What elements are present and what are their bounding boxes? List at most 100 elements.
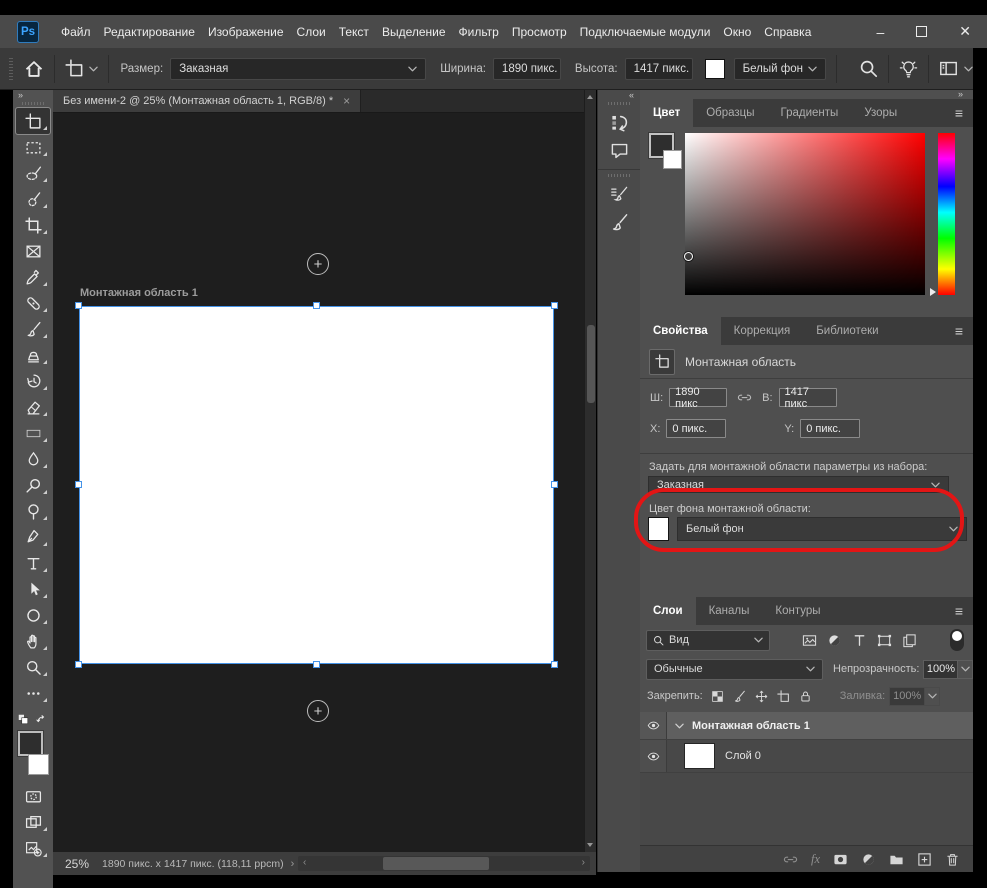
options-bar-grip[interactable] (9, 57, 13, 80)
tab-paths[interactable]: Контуры (762, 597, 833, 625)
vertical-scrollbar-thumb[interactable] (587, 325, 595, 403)
layer-filtering-toggle[interactable] (950, 629, 964, 651)
vertical-scrollbar[interactable] (584, 90, 596, 852)
blend-mode-select[interactable]: Обычные (646, 658, 824, 680)
screen-mode-button[interactable] (16, 809, 50, 835)
lock-artboard-nesting-icon[interactable] (777, 690, 790, 703)
menu-layers[interactable]: Слои (297, 25, 326, 39)
layer-filter-select[interactable]: Вид (646, 629, 770, 651)
tab-swatches[interactable]: Образцы (693, 99, 767, 127)
menu-plugins[interactable]: Подключаемые модули (580, 25, 711, 39)
fill-input[interactable]: 100% (889, 686, 926, 706)
height-input[interactable]: 1417 пикс. (624, 57, 693, 80)
frame-tool[interactable] (16, 238, 50, 264)
menu-help[interactable]: Справка (764, 25, 811, 39)
healing-brush-tool[interactable] (16, 290, 50, 316)
hand-tool[interactable] (16, 628, 50, 654)
menu-window[interactable]: Окно (723, 25, 751, 39)
lock-all-icon[interactable] (799, 690, 812, 703)
artboard-background-select[interactable]: Белый фон (733, 57, 827, 80)
filter-smart-objects-icon[interactable] (902, 633, 917, 648)
document-tab[interactable]: Без имени-2 @ 25% (Монтажная область 1, … (53, 90, 362, 112)
horizontal-scrollbar[interactable]: ‹ › (298, 856, 590, 871)
collapse-panels-icon[interactable]: » (958, 90, 963, 99)
search-icon[interactable] (859, 59, 878, 78)
artboard-handle[interactable] (75, 302, 82, 309)
panel-menu-icon[interactable]: ≡ (955, 324, 963, 338)
artboard-tool[interactable] (15, 107, 51, 135)
artboard-handle[interactable] (75, 661, 82, 668)
rectangular-marquee-tool[interactable] (16, 134, 50, 160)
gradient-tool[interactable] (16, 420, 50, 446)
status-chevron-icon[interactable]: › (291, 858, 295, 870)
visibility-toggle[interactable] (640, 712, 667, 739)
edit-toolbar-button[interactable] (16, 680, 50, 706)
crop-tool[interactable] (16, 212, 50, 238)
layer-row-artboard[interactable]: Монтажная область 1 (640, 712, 973, 740)
tab-adjustments[interactable]: Коррекция (721, 317, 804, 345)
menu-type[interactable]: Текст (339, 25, 369, 39)
blur-tool[interactable] (16, 446, 50, 472)
swap-colors-icon[interactable] (36, 714, 48, 726)
link-layers-icon[interactable] (783, 852, 798, 867)
add-artboard-below-button[interactable]: + (307, 700, 329, 722)
menu-filter[interactable]: Фильтр (459, 25, 499, 39)
discover-lightbulb-icon[interactable] (899, 59, 918, 78)
color-panel-background-swatch[interactable] (663, 150, 682, 169)
type-tool[interactable] (16, 550, 50, 576)
brushes-panel-button[interactable] (602, 208, 636, 236)
hue-slider-arrow[interactable] (930, 288, 936, 296)
layer-row-layer0[interactable]: Слой 0 (640, 740, 973, 773)
visibility-toggle[interactable] (640, 740, 667, 772)
tab-libraries[interactable]: Библиотеки (803, 317, 891, 345)
menu-file[interactable]: Файл (61, 25, 91, 39)
default-colors-icon[interactable] (18, 714, 30, 726)
color-picker-cursor[interactable] (684, 252, 693, 261)
layer-name[interactable]: Монтажная область 1 (692, 720, 810, 732)
collapse-artboard-icon[interactable] (675, 723, 684, 729)
fill-dropdown[interactable] (925, 686, 941, 706)
history-panel-button[interactable] (602, 108, 636, 136)
home-button[interactable] (24, 59, 44, 79)
close-button[interactable]: ✕ (959, 23, 971, 40)
artboard-handle[interactable] (312, 661, 320, 668)
sponge-tool[interactable] (16, 498, 50, 524)
dodge-tool[interactable] (16, 472, 50, 498)
share-image-button[interactable] (16, 835, 50, 861)
artboard-handle[interactable] (551, 661, 558, 668)
eyedropper-tool[interactable] (16, 264, 50, 290)
object-selection-tool[interactable] (16, 186, 50, 212)
new-group-icon[interactable] (889, 852, 904, 867)
zoom-level[interactable]: 25% (65, 857, 89, 871)
lock-transparent-pixels-icon[interactable] (711, 690, 724, 703)
color-picker-field[interactable] (685, 133, 925, 295)
tab-patterns[interactable]: Узоры (851, 99, 910, 127)
chevron-down-icon[interactable] (964, 66, 973, 72)
brush-settings-panel-button[interactable] (602, 180, 636, 208)
current-tool-preset[interactable] (65, 59, 98, 78)
close-document-icon[interactable]: × (343, 94, 350, 108)
dock-grip[interactable] (608, 102, 630, 105)
workspace-panel-icon[interactable] (939, 59, 958, 78)
opacity-dropdown[interactable] (958, 659, 973, 679)
artboard-handle[interactable] (75, 481, 82, 488)
new-adjustment-layer-icon[interactable] (861, 852, 876, 867)
history-brush-tool[interactable] (16, 368, 50, 394)
panel-menu-icon[interactable]: ≡ (955, 106, 963, 120)
size-select[interactable]: Заказная (170, 57, 427, 80)
quick-mask-button[interactable] (16, 783, 50, 809)
artboard-y-input[interactable]: 0 пикс. (800, 419, 861, 438)
menu-edit[interactable]: Редактирование (104, 25, 195, 39)
layer-name[interactable]: Слой 0 (725, 750, 761, 762)
dock-grip[interactable] (608, 174, 630, 177)
scroll-up-arrow[interactable] (587, 95, 593, 99)
hue-slider[interactable] (938, 133, 955, 295)
pen-tool[interactable] (16, 524, 50, 550)
artboard-width-input[interactable]: 1890 пикс (669, 386, 728, 410)
eraser-tool[interactable] (16, 394, 50, 420)
artboard-background-color-swatch[interactable] (648, 517, 669, 541)
artboard-handle[interactable] (551, 302, 558, 309)
expand-toolbar-icon[interactable]: » (18, 91, 23, 100)
clone-stamp-tool[interactable] (16, 342, 50, 368)
width-input[interactable]: 1890 пикс. (492, 57, 561, 80)
